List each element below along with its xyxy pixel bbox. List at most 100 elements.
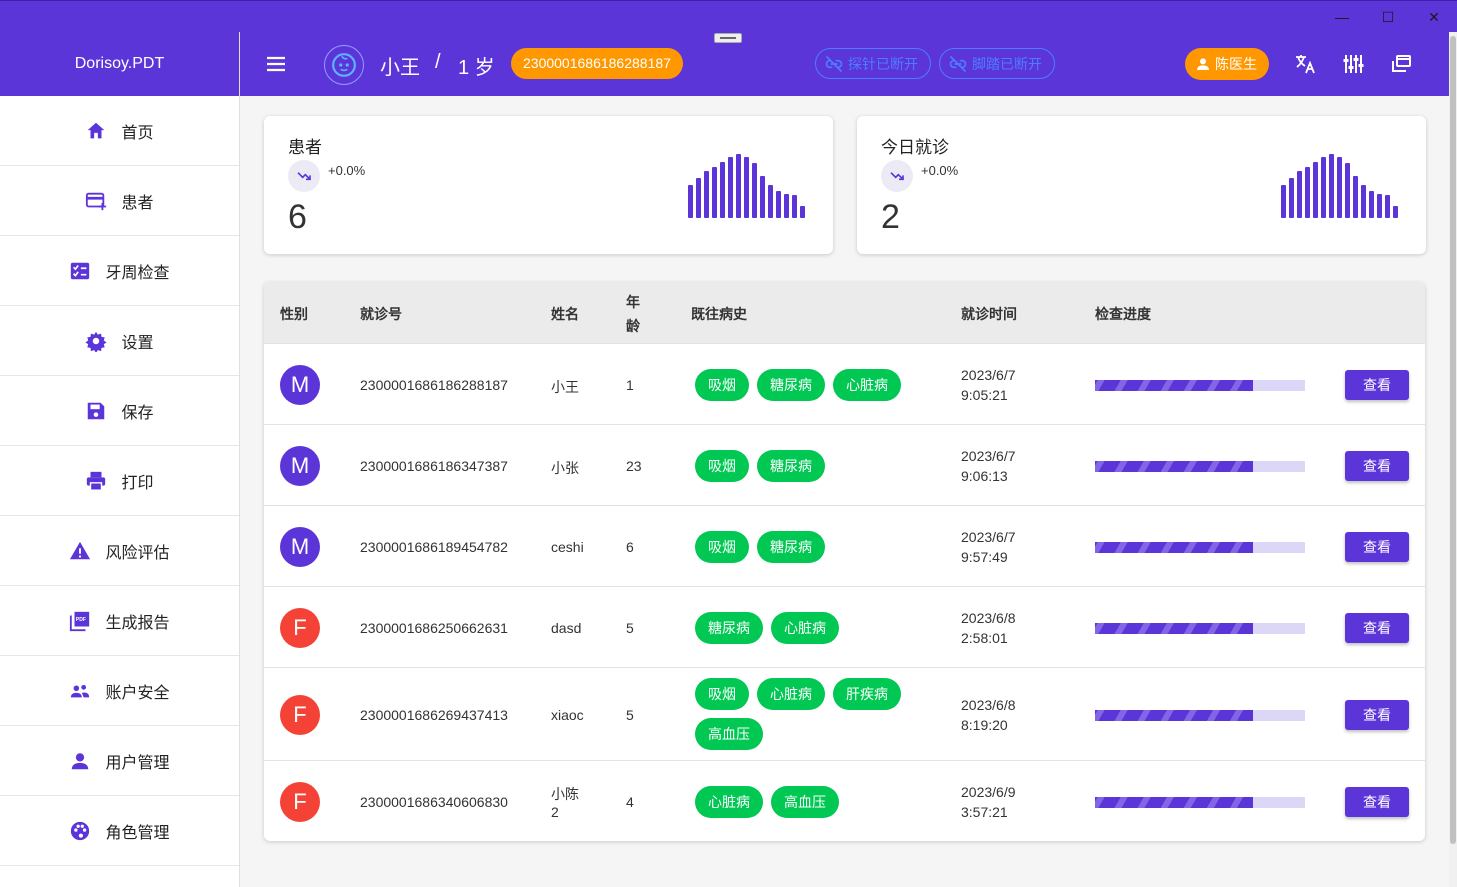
history-chip[interactable]: 吸烟 (695, 530, 749, 563)
history-chip[interactable]: 糖尿病 (695, 611, 763, 644)
name-cell: 小张 (551, 459, 579, 476)
patient-id-badge[interactable]: 2300001686186288187 (511, 48, 683, 79)
equalizer-icon[interactable] (1341, 52, 1365, 76)
view-button[interactable]: 查看 (1345, 531, 1409, 562)
header-name[interactable]: 姓名 (551, 304, 579, 324)
history-chip[interactable]: 糖尿病 (757, 449, 825, 482)
sidebar-item-0[interactable]: 首页 (0, 96, 239, 166)
view-button[interactable]: 查看 (1345, 786, 1409, 817)
pedal-status-button[interactable]: 脚踏已断开 (939, 48, 1055, 79)
sidebar-item-7[interactable]: PDF 生成报告 (0, 586, 239, 656)
history-chip[interactable]: 吸烟 (695, 449, 749, 482)
sparkline-bars (688, 154, 805, 218)
name-cell-line2: 2 (551, 803, 559, 820)
sidebar-item-9[interactable]: 用户管理 (0, 726, 239, 796)
sidebar-item-label: 首页 (121, 124, 154, 142)
table-row[interactable]: F 2300001686340606830 小陈 2 4 心脏病 高血压 2023/6/9 3:… (264, 760, 1425, 841)
history-chip[interactable]: 心脏病 (695, 785, 763, 818)
sparkline-bar (688, 185, 693, 218)
history-chip[interactable]: 高血压 (695, 718, 763, 750)
history-chips: 心脏病 高血压 (695, 785, 935, 818)
maximize-button[interactable]: ☐ (1375, 7, 1401, 27)
sparkline-bar (744, 157, 749, 218)
history-chip[interactable]: 吸烟 (695, 368, 749, 401)
header-history[interactable]: 既往病史 (691, 304, 747, 324)
check-progress-bar (1095, 709, 1305, 721)
sparkline-bar (768, 185, 773, 218)
view-button[interactable]: 查看 (1345, 612, 1409, 643)
sidebar-item-5[interactable]: 打印 (0, 446, 239, 516)
age-cell: 5 (626, 619, 634, 636)
translate-icon[interactable] (1293, 52, 1317, 76)
header-visit-no[interactable]: 就诊号 (360, 304, 402, 324)
table-row[interactable]: M 2300001686186347387 小张 23 吸烟 糖尿病 2023/6/7 9:0… (264, 424, 1425, 505)
gender-avatar: M (280, 526, 320, 567)
sparkline-bar (1369, 191, 1374, 218)
history-chip[interactable]: 心脏病 (771, 611, 839, 644)
history-chip[interactable]: 肝疾病 (833, 678, 901, 710)
history-chip[interactable]: 心脏病 (757, 678, 825, 710)
menu-icon[interactable] (264, 52, 288, 76)
scrollbar-thumb[interactable] (1450, 36, 1456, 844)
stat-card-value: 2 (881, 198, 900, 236)
sidebar-item-8[interactable]: 账户安全 (0, 656, 239, 726)
check-progress-fill (1095, 709, 1253, 721)
doctor-button[interactable]: 陈医生 (1185, 48, 1269, 80)
visit-date-cell: 2023/6/7 (961, 366, 1016, 383)
windows-icon[interactable] (1389, 52, 1413, 76)
age-cell: 4 (626, 793, 634, 810)
sidebar-item-10[interactable]: 角色管理 (0, 796, 239, 866)
header-gender[interactable]: 性别 (280, 304, 308, 324)
history-chip[interactable]: 高血压 (771, 785, 839, 818)
sparkline-bar (792, 195, 797, 218)
sidebar-item-label: 保存 (121, 404, 154, 422)
header-age-line2[interactable]: 龄 (626, 316, 640, 336)
table-row[interactable]: M 2300001686189454782 ceshi 6 吸烟 糖尿病 2023/6/7 9… (264, 505, 1425, 586)
sidebar-item-label: 牙周检查 (105, 264, 170, 282)
view-button[interactable]: 查看 (1345, 450, 1409, 481)
patient-age: 1 岁 (458, 57, 495, 79)
header-progress[interactable]: 检查进度 (1095, 304, 1151, 324)
sidebar-item-6[interactable]: 风险评估 (0, 516, 239, 586)
close-button[interactable]: ✕ (1421, 7, 1447, 27)
view-button[interactable]: 查看 (1345, 699, 1409, 730)
drag-handle[interactable] (714, 33, 742, 43)
table-row[interactable]: M 2300001686186288187 小王 1 吸烟 糖尿病 心脏病 2023/6/7 9… (264, 343, 1425, 424)
sparkline-bar (1305, 167, 1310, 218)
sparkline-bar (776, 191, 781, 218)
group-icon (69, 680, 91, 702)
header-time[interactable]: 就诊时间 (961, 304, 1017, 324)
history-chips: 吸烟 糖尿病 (695, 449, 935, 482)
table-row[interactable]: F 2300001686269437413 xiaoc 5 吸烟 心脏病 肝疾病 高血压 202… (264, 667, 1425, 760)
link-off-icon (825, 55, 843, 72)
gender-avatar: F (280, 694, 320, 735)
history-chip[interactable]: 心脏病 (833, 368, 901, 401)
age-cell: 23 (626, 457, 642, 474)
minimize-button[interactable]: — (1329, 7, 1355, 27)
visit-no-cell: 2300001686189454782 (360, 538, 508, 555)
sparkline-bar (1281, 185, 1286, 218)
history-chips: 吸烟 心脏病 肝疾病高血压 (695, 678, 935, 750)
user-icon (69, 750, 91, 772)
probe-status-button[interactable]: 探针已断开 (815, 48, 931, 79)
name-cell: dasd (551, 619, 582, 636)
sidebar-item-2[interactable]: 牙周检查 (0, 236, 239, 306)
check-progress-bar (1095, 622, 1305, 634)
sparkline-bar (1345, 163, 1350, 218)
pedal-status-label: 脚踏已断开 (972, 55, 1042, 72)
save-icon (85, 400, 107, 422)
sidebar-item-1[interactable]: 患者 (0, 166, 239, 236)
check-progress-fill (1095, 796, 1253, 808)
header-age-line1[interactable]: 年 (626, 292, 640, 312)
visit-time-cell: 8:19:20 (961, 716, 1008, 733)
patient-avatar[interactable] (324, 45, 364, 85)
history-chip[interactable]: 糖尿病 (757, 368, 825, 401)
sidebar-item-4[interactable]: 保存 (0, 376, 239, 446)
view-button[interactable]: 查看 (1345, 369, 1409, 400)
table-row[interactable]: F 2300001686250662631 dasd 5 糖尿病 心脏病 2023/6/8 2… (264, 586, 1425, 667)
age-cell: 1 (626, 376, 634, 393)
history-chip[interactable]: 吸烟 (695, 678, 749, 710)
sparkline-bar (1297, 171, 1302, 218)
history-chip[interactable]: 糖尿病 (757, 530, 825, 563)
sidebar-item-3[interactable]: 设置 (0, 306, 239, 376)
